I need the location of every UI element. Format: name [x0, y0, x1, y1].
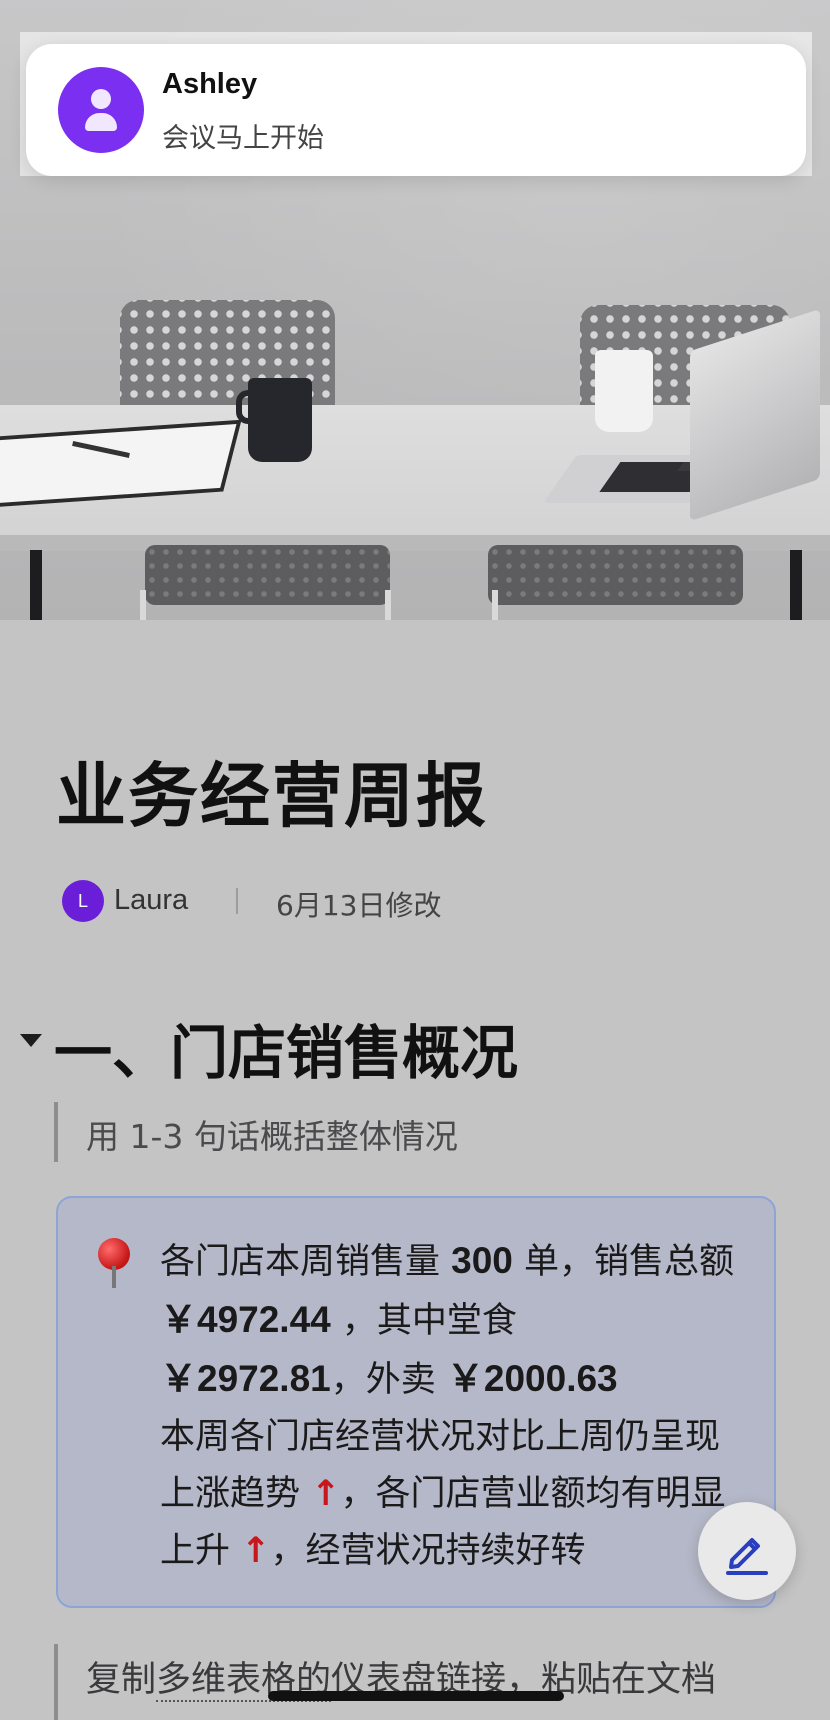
author-name[interactable]: Laura	[114, 884, 188, 917]
notification-sender: Ashley	[162, 68, 258, 100]
callout-text[interactable]: 各门店本周销售量 300 单，销售总额 ￥4972.44 ，其中堂食 ￥2972…	[160, 1232, 750, 1580]
user-icon-head	[91, 89, 111, 109]
chair-leg	[140, 590, 146, 620]
meta-divider	[236, 888, 238, 914]
modified-date: 6月13日修改	[276, 889, 442, 922]
callout-text-part: ，经营状况持续好转	[270, 1531, 586, 1571]
quote-bar	[54, 1102, 58, 1162]
chair-seat-left	[145, 545, 390, 605]
edit-button[interactable]	[698, 1502, 796, 1600]
arrow-up-icon: ↑	[241, 1531, 271, 1571]
mug-dark	[248, 378, 312, 462]
callout-text-part: 单，销售总额	[512, 1242, 735, 1282]
takeout-amount: ￥2000.63	[446, 1358, 618, 1399]
section-heading[interactable]: 一、门店销售概况	[54, 1006, 518, 1090]
table-leg	[30, 550, 42, 620]
chair-leg	[385, 590, 391, 620]
notification-message: 会议马上开始	[162, 123, 324, 154]
chair-leg	[492, 590, 498, 620]
home-indicator[interactable]	[268, 1691, 564, 1701]
callout-text-part: 各门店本周销售量	[160, 1242, 452, 1282]
author-avatar[interactable]: L	[62, 880, 104, 922]
pushpin-needle	[112, 1266, 116, 1288]
sales-total: ￥4972.44	[160, 1299, 331, 1340]
table-leg	[790, 550, 802, 620]
arrow-up-icon: ↑	[311, 1474, 341, 1514]
section-hint[interactable]: 用 1-3 句话概括整体情况	[86, 1110, 458, 1158]
notification-banner[interactable]: Ashley 会议马上开始	[26, 44, 806, 176]
chair-seat-right	[488, 545, 743, 605]
dine-in-amount: ￥2972.81	[160, 1358, 331, 1399]
user-icon	[58, 67, 144, 153]
edit-pencil-icon	[726, 1538, 768, 1575]
document-title[interactable]: 业务经营周报	[56, 740, 488, 841]
collapse-triangle-icon[interactable]	[20, 1034, 42, 1047]
pushpin-icon	[96, 1238, 132, 1290]
quote-bar	[54, 1644, 58, 1720]
callout-text-part: ，其中堂食	[330, 1301, 517, 1341]
mug-white	[595, 350, 653, 432]
callout-text-part: ，外卖	[330, 1360, 447, 1400]
orders-count: 300	[451, 1240, 513, 1281]
next-hint-part: 复制	[86, 1660, 157, 1700]
user-icon-body	[85, 113, 117, 131]
